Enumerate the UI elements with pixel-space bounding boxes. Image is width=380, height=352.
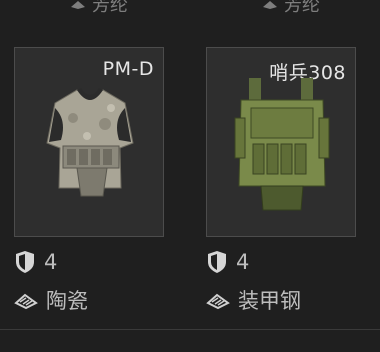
armor-plate-icon xyxy=(71,1,85,9)
armor-plate-icon xyxy=(206,293,230,310)
row-divider xyxy=(0,329,380,330)
item-1-material: 陶瓷 xyxy=(14,285,88,315)
prev-item-1-material-label: 芳纶 xyxy=(92,0,128,16)
prev-item-2-material: 芳纶 xyxy=(262,0,320,17)
item-card-sentinel-308[interactable]: 哨兵308 xyxy=(206,47,356,237)
material-label: 陶瓷 xyxy=(46,289,88,313)
item-2-protection-level: 4 xyxy=(206,250,249,274)
shield-icon xyxy=(16,251,34,273)
protection-level-value: 4 xyxy=(236,250,250,274)
armor-plate-icon xyxy=(14,293,38,310)
previous-row-partial: 芳纶 芳纶 xyxy=(0,0,380,16)
prev-item-2-material-label: 芳纶 xyxy=(284,0,320,16)
item-2-material: 装甲钢 xyxy=(206,285,301,315)
shield-icon xyxy=(208,251,226,273)
armor-plate-icon xyxy=(263,1,277,9)
item-card-pm-d[interactable]: PM-D xyxy=(14,47,164,237)
material-label: 装甲钢 xyxy=(238,289,301,313)
item-1-protection-level: 4 xyxy=(14,250,57,274)
armor-steel-vest-image xyxy=(234,78,330,211)
ceramic-vest-image xyxy=(46,88,134,197)
prev-item-1-material: 芳纶 xyxy=(70,0,128,17)
protection-level-value: 4 xyxy=(44,250,58,274)
